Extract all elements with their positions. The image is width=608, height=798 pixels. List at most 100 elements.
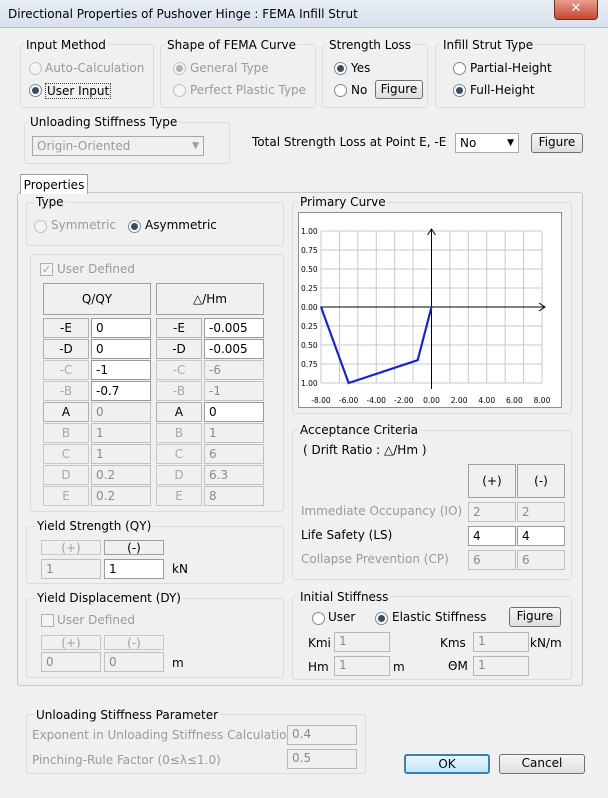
q-value-cell[interactable]: 0 <box>91 318 151 338</box>
asymmetric-label: Asymmetric <box>145 218 217 232</box>
auto-calculation-label: Auto-Calculation <box>45 61 145 75</box>
yield-disp-unit: m <box>172 656 184 670</box>
general-type-radio[interactable] <box>173 62 186 75</box>
acceptance-plus-cell[interactable]: 2 <box>468 502 516 522</box>
strength-loss-yes-radio[interactable] <box>334 62 347 75</box>
user-input-radio[interactable] <box>29 84 42 97</box>
d-row-label: C <box>156 444 202 464</box>
y-tick-label: 0.50 <box>301 341 318 350</box>
partial-height-radio[interactable] <box>453 62 466 75</box>
primary-curve-title: Primary Curve <box>298 195 388 209</box>
unloading-type-value: Origin-Oriented <box>37 139 131 153</box>
yield-strength-minus-input[interactable]: 1 <box>104 559 164 579</box>
q-row-label: E <box>43 486 89 506</box>
q-row-label: -B <box>43 381 89 401</box>
yield-disp-minus-input[interactable]: 0 <box>104 652 164 672</box>
hm-field[interactable]: 1 <box>334 656 390 676</box>
d-value-cell[interactable]: -0.005 <box>204 339 264 359</box>
acceptance-minus-cell[interactable]: 2 <box>517 502 565 522</box>
d-value-cell[interactable]: 6.3 <box>204 465 264 485</box>
strength-loss-no-radio[interactable] <box>334 84 347 97</box>
full-height-radio[interactable] <box>453 84 466 97</box>
acceptance-minus-cell[interactable]: 6 <box>517 550 565 570</box>
pinching-field[interactable]: 0.5 <box>287 749 357 769</box>
d-row-label: -C <box>156 360 202 380</box>
general-type-label: General Type <box>190 61 269 75</box>
hm-label: Hm <box>308 660 329 674</box>
asymmetric-radio[interactable] <box>128 220 141 233</box>
total-loss-figure-button[interactable]: Figure <box>531 133 583 153</box>
close-button[interactable]: ✕ <box>554 0 598 20</box>
q-value-cell[interactable]: 0 <box>91 402 151 422</box>
d-value-cell[interactable]: 8 <box>204 486 264 506</box>
q-value-cell[interactable]: 1 <box>91 423 151 443</box>
stiffness-user-radio[interactable] <box>312 612 325 625</box>
tab-properties[interactable]: Properties <box>20 174 88 194</box>
input-method-title: Input Method <box>24 38 108 52</box>
strength-loss-figure-button[interactable]: Figure <box>375 80 423 99</box>
q-row-label: B <box>43 423 89 443</box>
acceptance-minus-header: (-) <box>517 464 565 498</box>
user-defined-label: User Defined <box>57 262 135 276</box>
total-strength-loss-select[interactable]: No ▼ <box>455 133 519 153</box>
d-row-label: E <box>156 486 202 506</box>
q-value-cell[interactable]: 0 <box>91 339 151 359</box>
exponent-label: Exponent in Unloading Stiffness Calculat… <box>32 728 295 742</box>
unloading-type-select[interactable]: Origin-Oriented ▼ <box>32 136 204 156</box>
q-value-cell[interactable]: -0.7 <box>91 381 151 401</box>
q-row-label: -C <box>43 360 89 380</box>
d-value-cell[interactable]: -6 <box>204 360 264 380</box>
yield-strength-plus-input[interactable]: 1 <box>41 559 101 579</box>
elastic-stiffness-radio[interactable] <box>375 612 388 625</box>
yield-strength-unit: kN <box>172 562 188 576</box>
theta-m-field[interactable]: 1 <box>473 656 529 676</box>
d-value-cell[interactable]: -0.005 <box>204 318 264 338</box>
elastic-stiffness-label: Elastic Stiffness <box>392 610 487 624</box>
primary-curve-chart: 1.00 0.75 0.50 0.25 0.00 0.25 0.50 0.75 1.00 -8.0… <box>298 212 562 408</box>
symmetric-radio[interactable] <box>34 220 47 233</box>
perfect-plastic-radio[interactable] <box>173 84 186 97</box>
yield-displacement-title: Yield Displacement (DY) <box>35 591 183 605</box>
y-tick-label: 1.00 <box>301 379 318 388</box>
yield-disp-user-defined-checkbox[interactable] <box>41 614 54 627</box>
acceptance-plus-cell[interactable]: 6 <box>468 550 516 570</box>
q-value-cell[interactable]: -1 <box>91 360 151 380</box>
qqy-header: Q/QY <box>43 283 151 315</box>
acceptance-row-label: Life Safety (LS) <box>301 528 393 542</box>
d-value-cell[interactable]: 1 <box>204 423 264 443</box>
kmi-field[interactable]: 1 <box>334 632 390 652</box>
d-value-cell[interactable]: 0 <box>204 402 264 422</box>
yield-disp-plus-input[interactable]: 0 <box>41 652 101 672</box>
yield-disp-user-defined-label: User Defined <box>57 613 135 627</box>
type-title: Type <box>34 195 66 209</box>
exponent-field[interactable]: 0.4 <box>287 725 357 745</box>
kms-unit: kN/m <box>530 636 562 650</box>
q-row-label: D <box>43 465 89 485</box>
y-tick-label: 0.25 <box>301 284 318 293</box>
y-tick-label: 0.00 <box>301 303 318 312</box>
symmetric-label: Symmetric <box>51 218 117 232</box>
user-defined-checkbox[interactable]: ✓ <box>40 263 53 276</box>
x-tick-label: 4.00 <box>478 396 495 405</box>
acceptance-criteria-title: Acceptance Criteria <box>298 423 421 437</box>
stiffness-user-label: User <box>328 610 356 624</box>
strut-type-group <box>435 44 585 108</box>
q-value-cell[interactable]: 0.2 <box>91 486 151 506</box>
q-value-cell[interactable]: 0.2 <box>91 465 151 485</box>
acceptance-minus-cell[interactable]: 4 <box>517 526 565 546</box>
d-value-cell[interactable]: 6 <box>204 444 264 464</box>
unloading-type-title: Unloading Stiffness Type <box>28 115 180 129</box>
auto-calculation-radio[interactable] <box>29 62 42 75</box>
yield-strength-minus-header: (-) <box>104 540 164 555</box>
strength-loss-title: Strength Loss <box>327 38 414 52</box>
y-tick-label: 1.00 <box>301 227 318 236</box>
acceptance-plus-cell[interactable]: 4 <box>468 526 516 546</box>
d-value-cell[interactable]: -1 <box>204 381 264 401</box>
kms-field[interactable]: 1 <box>473 632 529 652</box>
x-tick-label: -6.00 <box>339 396 359 405</box>
ok-button[interactable]: OK <box>404 754 490 774</box>
theta-m-label: ΘM <box>448 659 468 673</box>
stiffness-figure-button[interactable]: Figure <box>509 607 561 627</box>
cancel-button[interactable]: Cancel <box>499 754 585 774</box>
q-value-cell[interactable]: 1 <box>91 444 151 464</box>
